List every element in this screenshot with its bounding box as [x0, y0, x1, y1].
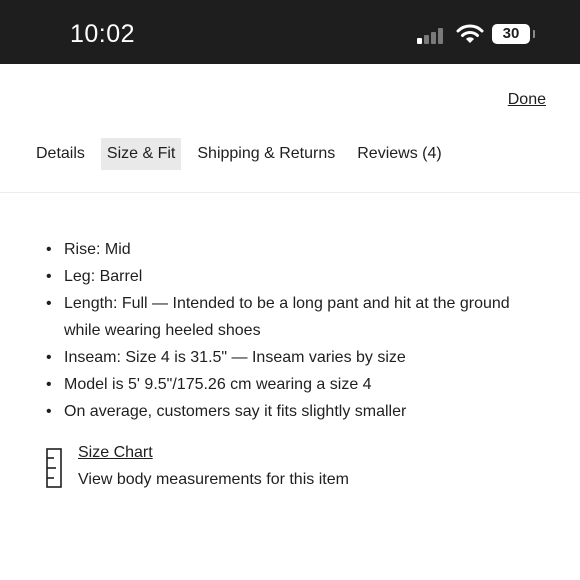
fit-detail-text: Rise: Mid — [64, 241, 131, 258]
battery-cap — [533, 30, 535, 38]
list-item: • Leg: Barrel — [46, 268, 143, 285]
size-chart-section: Size Chart View body measurements for th… — [46, 442, 526, 496]
wifi-icon — [456, 24, 484, 43]
fit-detail-text: Model is 5' 9.5"/175.26 cm wearing a siz… — [64, 376, 372, 393]
tab-bar: Details Size & Fit Shipping & Returns Re… — [30, 138, 458, 170]
signal-icon — [417, 26, 447, 44]
fit-detail-text: Length: Full — Intended to be a long pan… — [64, 295, 510, 339]
tab-reviews[interactable]: Reviews (4) — [351, 138, 447, 170]
status-time: 10:02 — [70, 20, 136, 48]
list-item: • Rise: Mid — [46, 241, 131, 258]
fit-detail-text: On average, customers say it fits slight… — [64, 403, 407, 420]
tab-size-fit[interactable]: Size & Fit — [100, 138, 182, 170]
fit-details-list: • Rise: Mid • Leg: Barrel • Length: Full — … — [46, 236, 546, 425]
sheet-header: Done Details Size & Fit Shipping & Retur… — [0, 64, 580, 193]
list-item: • On average, customers say it fits sligh… — [46, 403, 407, 420]
battery-icon: 30 — [492, 24, 530, 44]
fit-detail-text: Inseam: Size 4 is 31.5" — Inseam varies … — [64, 349, 406, 366]
size-chart-description: View body measurements for this item — [78, 471, 349, 488]
size-chart-link[interactable]: Size Chart — [78, 444, 153, 462]
list-item: • Inseam: Size 4 is 31.5" — Inseam varies… — [46, 349, 406, 366]
ruler-icon — [46, 448, 62, 488]
tab-details[interactable]: Details — [30, 138, 91, 170]
done-button[interactable]: Done — [508, 91, 546, 109]
status-bar: 10:02 30 — [0, 0, 580, 64]
list-item: • Length: Full — Intended to be a long pa… — [46, 295, 510, 339]
list-item: • Model is 5' 9.5"/175.26 cm wearing a si… — [46, 376, 372, 393]
tab-shipping-returns[interactable]: Shipping & Returns — [191, 138, 341, 170]
fit-detail-text: Leg: Barrel — [64, 268, 143, 285]
